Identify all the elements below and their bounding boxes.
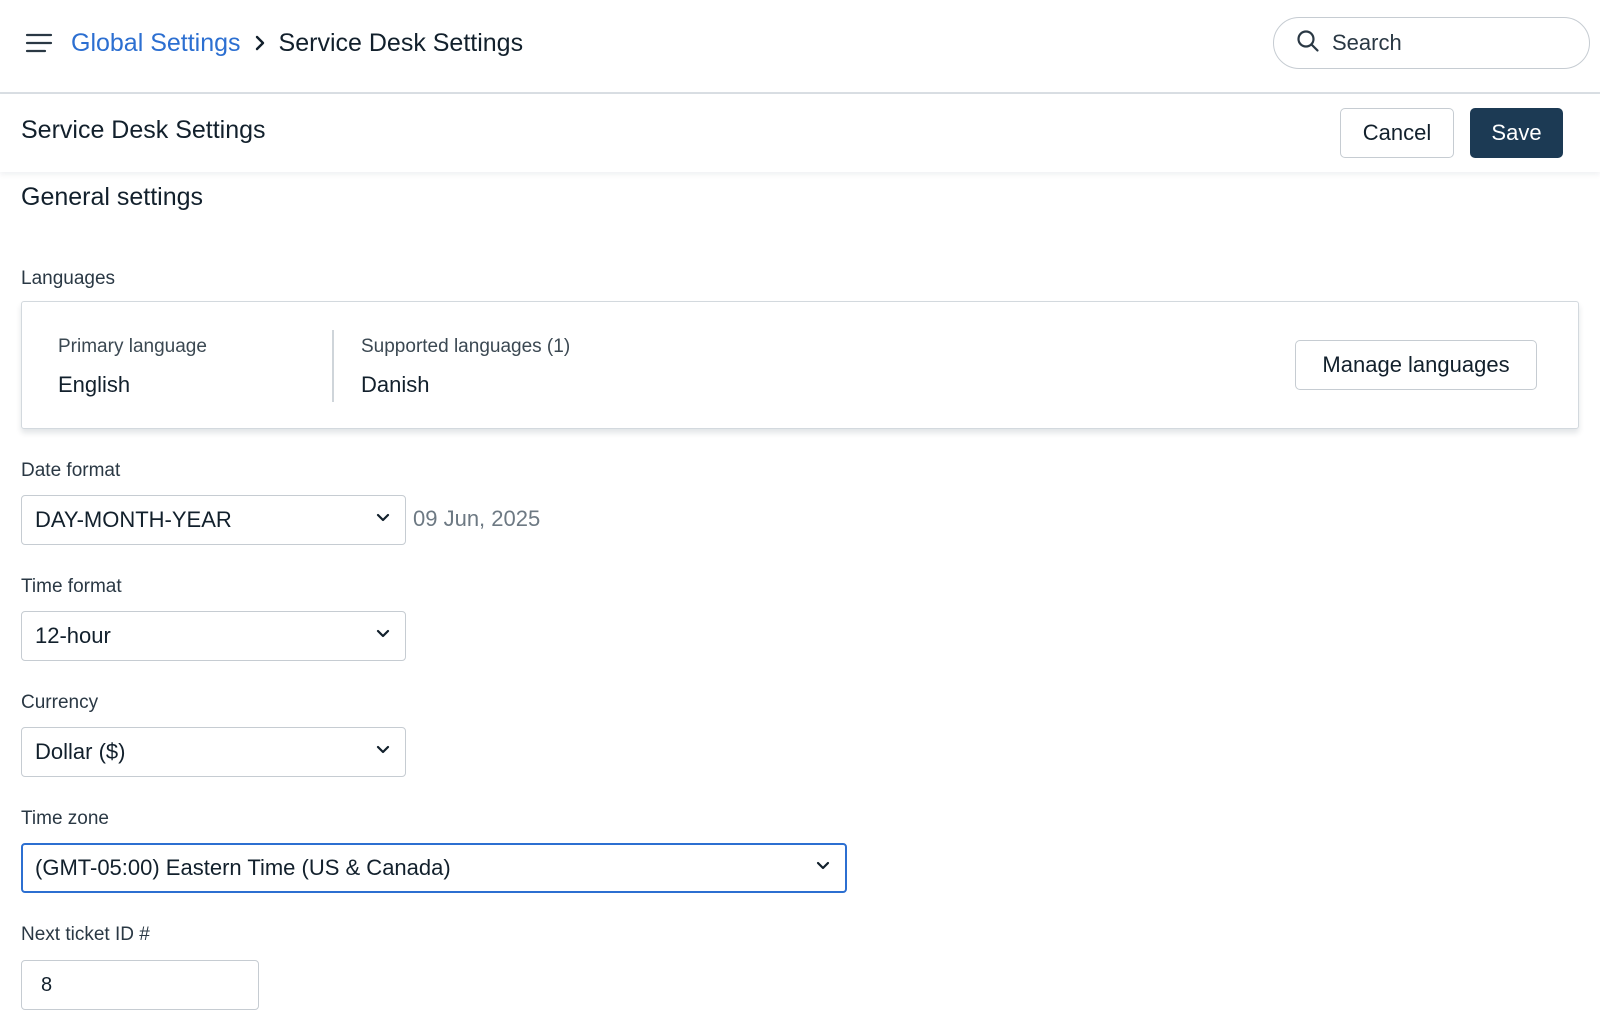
time-zone-select[interactable]: (GMT-05:00) Eastern Time (US & Canada) [21, 843, 847, 893]
date-format-preview: 09 Jun, 2025 [413, 506, 541, 531]
chevron-down-icon [375, 743, 391, 761]
next-ticket-id-input[interactable] [21, 960, 259, 1010]
page-header: Service Desk Settings Cancel Save [0, 94, 1600, 172]
hamburger-menu-icon[interactable] [24, 30, 54, 56]
breadcrumb-global-settings-link[interactable]: Global Settings [71, 29, 241, 58]
time-zone-value: (GMT-05:00) Eastern Time (US & Canada) [35, 855, 451, 880]
date-format-select[interactable]: DAY-MONTH-YEAR [21, 495, 406, 545]
date-format-label: Date format [21, 460, 121, 481]
chevron-down-icon [815, 859, 831, 877]
currency-value: Dollar ($) [35, 739, 126, 764]
chevron-down-icon [375, 511, 391, 529]
search-box[interactable] [1273, 17, 1590, 69]
currency-label: Currency [21, 692, 99, 713]
manage-languages-button[interactable]: Manage languages [1295, 340, 1537, 390]
primary-language-value: English [58, 372, 131, 397]
search-icon [1296, 29, 1320, 58]
chevron-down-icon [375, 627, 391, 645]
chevron-right-icon [253, 34, 267, 52]
section-title: General settings [21, 183, 204, 211]
supported-languages-value: Danish [361, 372, 430, 397]
languages-label: Languages [21, 268, 116, 289]
breadcrumb: Global Settings Service Desk Settings [71, 26, 523, 60]
currency-select[interactable]: Dollar ($) [21, 727, 406, 777]
time-format-value: 12-hour [35, 623, 111, 648]
primary-language-label: Primary language [58, 336, 207, 357]
next-ticket-id-label: Next ticket ID # [21, 924, 150, 945]
time-format-label: Time format [21, 576, 122, 597]
supported-languages-label: Supported languages (1) [361, 336, 571, 357]
divider [332, 330, 334, 402]
supported-languages: Supported languages (1) Danish [361, 336, 570, 398]
save-button[interactable]: Save [1470, 108, 1563, 158]
date-format-value: DAY-MONTH-YEAR [35, 507, 232, 532]
languages-card: Primary language English Supported langu… [21, 301, 1579, 429]
breadcrumb-current: Service Desk Settings [278, 28, 524, 57]
search-input[interactable] [1332, 30, 1562, 56]
top-bar: Global Settings Service Desk Settings [0, 0, 1600, 94]
primary-language: Primary language English [58, 336, 207, 398]
time-zone-label: Time zone [21, 808, 109, 829]
cancel-button[interactable]: Cancel [1340, 108, 1454, 158]
time-format-select[interactable]: 12-hour [21, 611, 406, 661]
page-title: Service Desk Settings [21, 116, 266, 144]
